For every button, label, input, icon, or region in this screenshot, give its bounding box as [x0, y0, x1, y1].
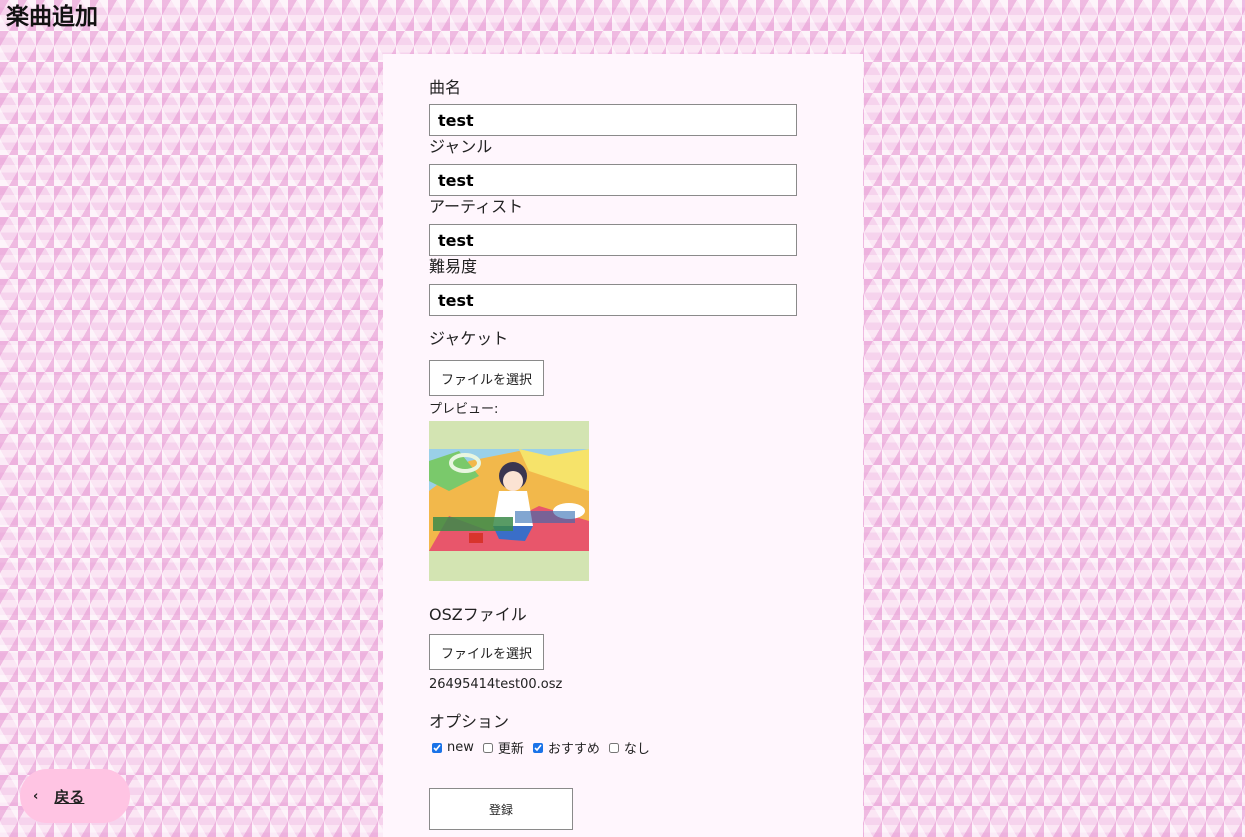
- option-recommended-label: おすすめ: [547, 742, 600, 757]
- page-title: 楽曲追加: [6, 4, 98, 30]
- option-none-checkbox[interactable]: [608, 742, 619, 753]
- preview-label: プレビュー:: [429, 402, 499, 417]
- jacket-file-button[interactable]: ファイルを選択: [429, 360, 544, 396]
- chevron-left-icon: ‹: [33, 788, 39, 804]
- option-none-label: なし: [623, 742, 650, 757]
- osz-label: OSZファイル: [429, 605, 527, 624]
- option-new-checkbox[interactable]: [432, 742, 442, 753]
- option-new-label: new: [447, 740, 474, 755]
- osz-filename: 26495414test00.osz: [429, 677, 563, 692]
- back-button-label: 戻る: [54, 787, 85, 806]
- song-name-input[interactable]: [429, 104, 797, 136]
- difficulty-input[interactable]: [429, 284, 797, 316]
- artist-input[interactable]: [429, 224, 797, 256]
- genre-input[interactable]: [429, 164, 797, 196]
- jacket-preview-image: [429, 421, 589, 581]
- options-label: オプション: [429, 712, 510, 731]
- option-update-label: 更新: [497, 742, 524, 757]
- jacket-label: ジャケット: [429, 329, 509, 348]
- artist-label: アーティスト: [429, 197, 524, 216]
- option-recommended-checkbox[interactable]: [532, 742, 543, 753]
- osz-file-button[interactable]: ファイルを選択: [429, 634, 544, 670]
- back-button[interactable]: ‹ 戻る: [20, 769, 130, 823]
- options-group: new 更新 おすすめ なし: [429, 738, 656, 757]
- option-update-checkbox[interactable]: [482, 742, 493, 753]
- song-add-form: 曲名 ジャンル アーティスト 難易度 ジャケット ファイルを選択 プレビュー: …: [383, 54, 863, 837]
- genre-label: ジャンル: [429, 137, 493, 156]
- song-name-label: 曲名: [429, 78, 462, 97]
- difficulty-label: 難易度: [429, 257, 478, 276]
- register-button[interactable]: 登録: [429, 788, 573, 830]
